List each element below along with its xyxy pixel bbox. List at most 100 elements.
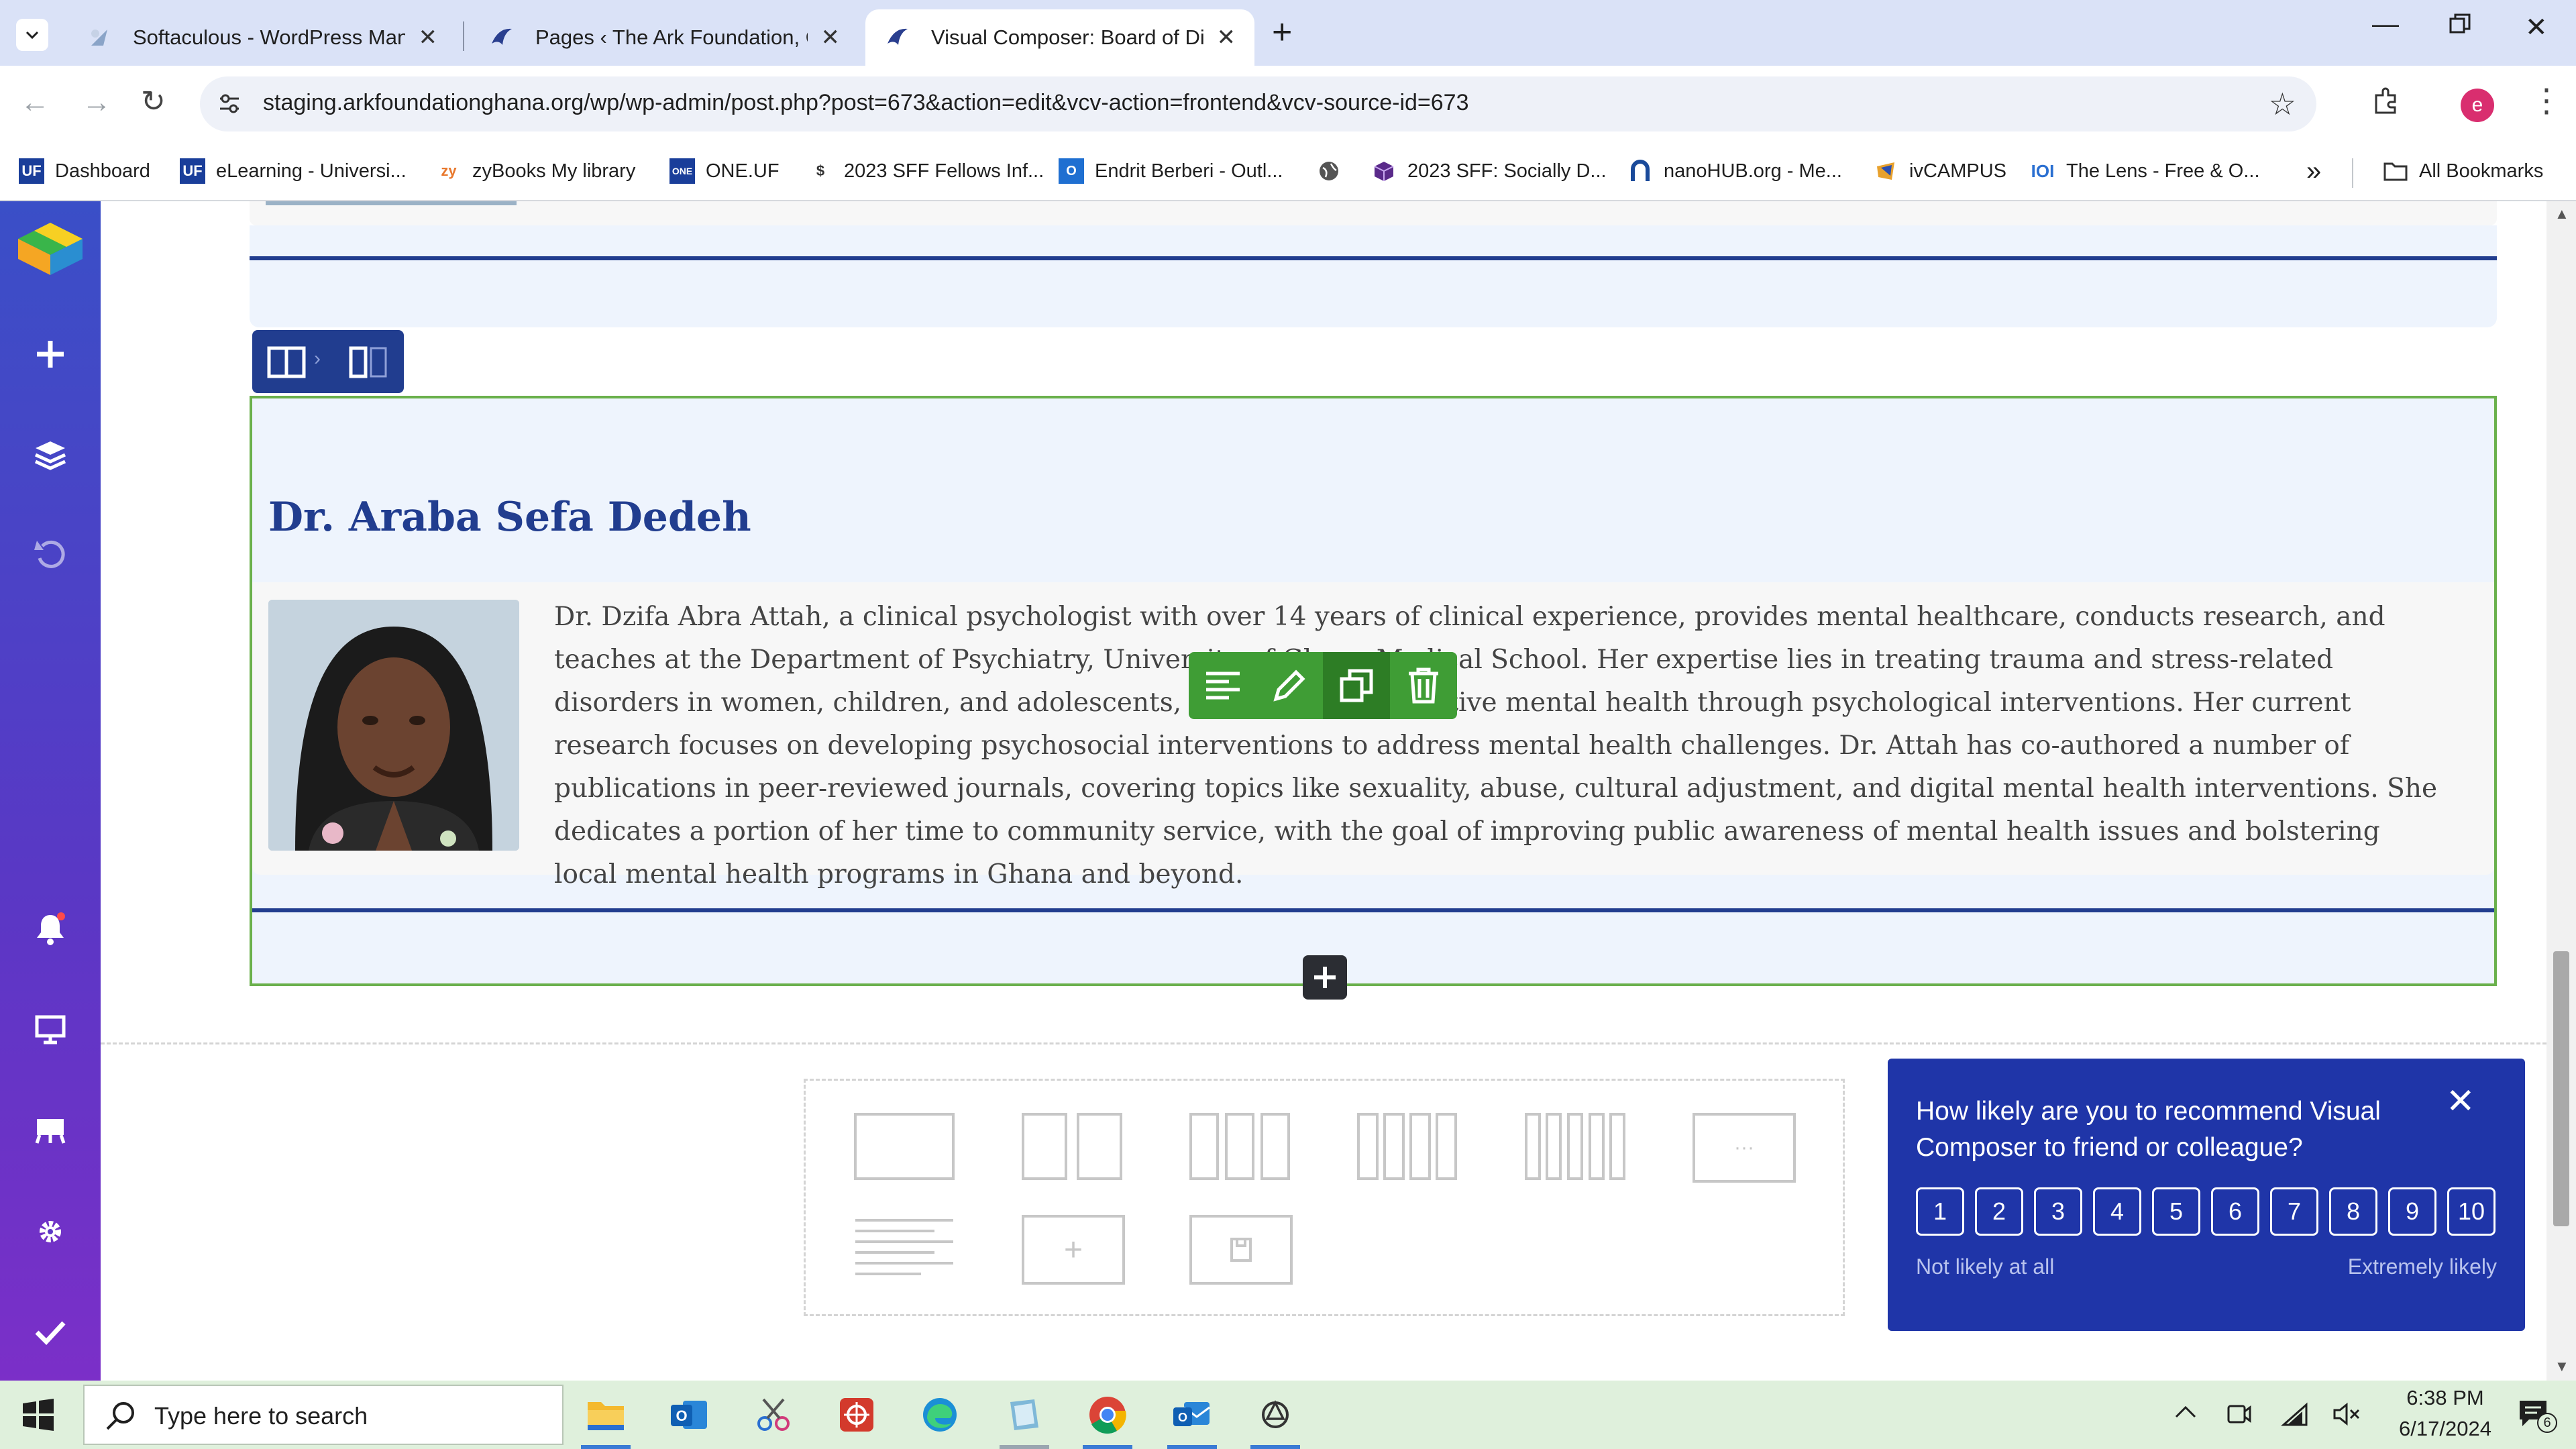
close-icon[interactable]: ✕ [2446, 1081, 2475, 1122]
column-layout-icon[interactable] [349, 346, 388, 378]
score-button[interactable]: 7 [2270, 1187, 2318, 1236]
layout-one-column-icon[interactable] [854, 1113, 955, 1180]
hub-icon[interactable] [0, 1089, 101, 1170]
close-icon[interactable]: ✕ [821, 24, 841, 51]
uf-icon: UF [19, 158, 44, 184]
bookmark-sff-socially[interactable]: 2023 SFF: Socially D... [1371, 154, 1607, 188]
taskbar-search[interactable]: Type here to search [83, 1385, 564, 1445]
score-button[interactable]: 2 [1975, 1187, 2023, 1236]
new-tab-button[interactable]: + [1272, 12, 1292, 52]
bookmark-one-uf[interactable]: ONE ONE.UF [669, 154, 780, 188]
scroll-down-icon[interactable]: ▼ [2555, 1358, 2569, 1375]
profile-bio[interactable]: Dr. Dzifa Abra Attah, a clinical psychol… [554, 596, 2446, 896]
undo-icon[interactable] [0, 514, 101, 594]
minimize-icon[interactable]: — [2372, 9, 2399, 40]
clock-date[interactable]: 6/17/2024 [2381, 1417, 2509, 1441]
window-close-icon[interactable]: ✕ [2525, 12, 2548, 43]
forward-arrow-icon[interactable]: → [82, 86, 111, 119]
layout-two-columns-icon[interactable] [1022, 1113, 1122, 1180]
url-text[interactable]: staging.arkfoundationghana.org/wp/wp-adm… [263, 90, 1468, 116]
meet-now-icon[interactable] [2226, 1401, 2253, 1431]
chatgpt-icon[interactable] [1250, 1390, 1300, 1440]
score-button[interactable]: 3 [2034, 1187, 2082, 1236]
tab-search-dropdown[interactable] [16, 19, 48, 51]
bookmark-nanohub[interactable]: nanoHUB.org - Me... [1627, 154, 1842, 188]
close-icon[interactable]: ✕ [419, 24, 438, 51]
align-left-icon[interactable] [1203, 669, 1242, 702]
snipping-tool-icon[interactable] [749, 1390, 798, 1440]
bookmark-zybooks[interactable]: zy zyBooks My library [436, 154, 635, 188]
settings-gear-icon[interactable] [0, 1191, 101, 1272]
score-button[interactable]: 6 [2211, 1187, 2259, 1236]
restore-icon[interactable] [2449, 12, 2471, 42]
clone-button[interactable] [1323, 652, 1390, 719]
add-template-button[interactable] [1189, 1215, 1293, 1285]
bookmark-label: nanoHUB.org - Me... [1664, 160, 1842, 182]
outlook-new-icon[interactable]: O [1167, 1390, 1217, 1440]
row-layout-icon[interactable] [267, 346, 306, 378]
template-icon [1230, 1238, 1252, 1262]
bookmark-lens[interactable]: IOI The Lens - Free & O... [2030, 154, 2260, 188]
app-files-icon[interactable] [1000, 1390, 1049, 1440]
bookmark-ivcampus[interactable]: ivCAMPUS [1873, 154, 2006, 188]
chrome-icon[interactable] [1083, 1390, 1132, 1440]
bookmark-elearning[interactable]: UF eLearning - Universi... [180, 154, 407, 188]
back-arrow-icon[interactable]: ← [20, 86, 50, 119]
wifi-icon[interactable] [2281, 1401, 2309, 1431]
remove-button[interactable] [1390, 652, 1457, 719]
bookmarks-overflow[interactable]: » [2306, 154, 2321, 188]
score-button[interactable]: 8 [2329, 1187, 2377, 1236]
tab-softaculous[interactable]: Softaculous - WordPress Manag ✕ [67, 9, 456, 66]
profile-name-heading[interactable]: Dr. Araba Sefa Dedeh [268, 494, 751, 541]
outlook-icon[interactable]: O [664, 1390, 714, 1440]
publish-check-icon[interactable] [0, 1292, 101, 1373]
address-bar[interactable]: staging.arkfoundationghana.org/wp/wp-adm… [200, 76, 2316, 131]
row-column-controls[interactable]: › [252, 330, 404, 393]
profile-avatar[interactable]: e [2461, 89, 2494, 122]
layout-five-columns-icon[interactable] [1525, 1113, 1625, 1180]
reload-icon[interactable]: ↻ [141, 85, 166, 119]
site-settings-icon[interactable] [216, 90, 243, 120]
all-bookmarks[interactable]: All Bookmarks [2383, 154, 2543, 188]
notifications-bell-icon[interactable] [0, 888, 101, 969]
scroll-thumb[interactable] [2553, 951, 2569, 1226]
add-element-button[interactable] [1303, 955, 1347, 1000]
file-explorer-icon[interactable] [581, 1390, 631, 1440]
browser-navigation-bar: ← → ↻ staging.arkfoundationghana.org/wp/… [0, 66, 2576, 145]
score-button[interactable]: 9 [2388, 1187, 2436, 1236]
edit-button[interactable] [1256, 652, 1323, 719]
bookmark-outlook[interactable]: O Endrit Berberi - Outl... [1059, 154, 1283, 188]
star-icon[interactable]: ☆ [2269, 86, 2296, 122]
responsive-view-icon[interactable] [0, 989, 101, 1069]
browser-menu-icon[interactable]: ⋮ [2530, 82, 2563, 119]
vc-logo[interactable] [0, 208, 101, 288]
notification-center-icon[interactable]: 6 [2517, 1398, 2557, 1436]
layout-more-button[interactable]: ··· [1693, 1113, 1796, 1183]
system-tray-chevron-icon[interactable] [2174, 1401, 2198, 1428]
layout-four-columns-icon[interactable] [1357, 1113, 1458, 1180]
windows-start-icon[interactable] [21, 1398, 55, 1435]
bookmark-sff-fellows[interactable]: $ 2023 SFF Fellows Inf... [808, 154, 1044, 188]
score-button[interactable]: 4 [2093, 1187, 2141, 1236]
add-element-icon[interactable] [0, 314, 101, 394]
add-element-placeholder[interactable]: + [1022, 1215, 1125, 1285]
tab-pages[interactable]: Pages ‹ The Ark Foundation, Gh ✕ [470, 9, 859, 66]
layout-three-columns-icon[interactable] [1189, 1113, 1290, 1180]
tab-visual-composer[interactable]: Visual Composer: Board of Dire ✕ [865, 9, 1254, 66]
clock-time[interactable]: 6:38 PM [2388, 1386, 2502, 1410]
bookmark-globe[interactable] [1316, 154, 1352, 188]
score-button[interactable]: 5 [2152, 1187, 2200, 1236]
extensions-puzzle-icon[interactable] [2371, 86, 2400, 123]
text-block-icon[interactable] [854, 1215, 955, 1282]
tab-label: Pages ‹ The Ark Foundation, Gh [535, 25, 808, 49]
score-button[interactable]: 10 [2447, 1187, 2496, 1236]
layers-icon[interactable] [0, 415, 101, 495]
page-scrollbar[interactable]: ▲ ▼ [2546, 201, 2576, 1381]
close-icon[interactable]: ✕ [1217, 24, 1236, 51]
scroll-up-icon[interactable]: ▲ [2555, 205, 2569, 223]
score-button[interactable]: 1 [1916, 1187, 1964, 1236]
bookmark-dashboard[interactable]: UF Dashboard [19, 154, 150, 188]
volume-muted-icon[interactable] [2332, 1401, 2361, 1431]
app-red-icon[interactable] [832, 1390, 881, 1440]
edge-icon[interactable] [915, 1390, 965, 1440]
